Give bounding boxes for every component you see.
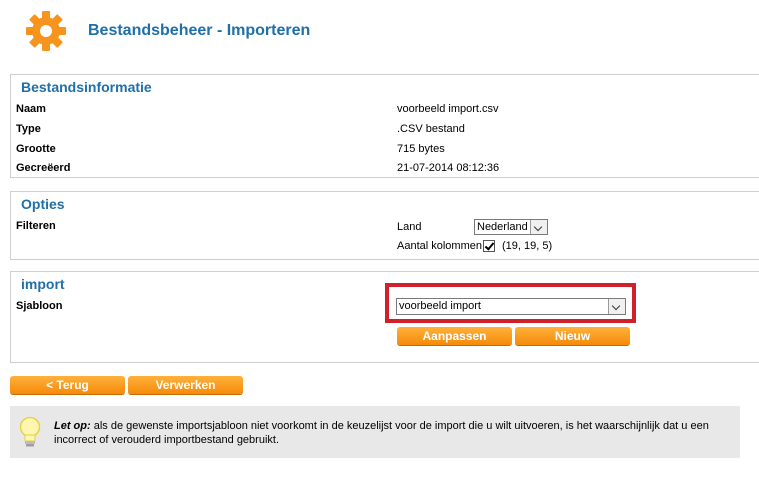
columns-checkbox[interactable] bbox=[483, 240, 495, 252]
process-button[interactable]: Verwerken bbox=[128, 376, 243, 394]
options-title: Opties bbox=[21, 196, 65, 212]
hint-box: Let op: als de gewenste importsjabloon n… bbox=[10, 406, 740, 458]
hint-text: Let op: als de gewenste importsjabloon n… bbox=[54, 419, 724, 447]
template-select[interactable]: voorbeeld import bbox=[396, 298, 626, 315]
land-label: Land bbox=[397, 221, 422, 233]
name-value: voorbeeld import.csv bbox=[397, 103, 499, 115]
file-info-title: Bestandsinformatie bbox=[21, 79, 152, 95]
size-value: 715 bytes bbox=[397, 143, 445, 155]
chevron-down-icon bbox=[608, 299, 625, 314]
created-label: Gecreëerd bbox=[16, 162, 71, 174]
columns-info: (19, 19, 5) bbox=[502, 240, 553, 252]
created-value: 21-07-2014 08:12:36 bbox=[397, 162, 500, 174]
import-title: import bbox=[21, 276, 65, 292]
back-button[interactable]: < Terug bbox=[10, 376, 125, 394]
new-template-button[interactable]: Nieuw bbox=[515, 327, 630, 345]
filter-label: Filteren bbox=[16, 220, 56, 232]
lightbulb-icon bbox=[19, 416, 41, 447]
chevron-down-icon bbox=[530, 220, 547, 234]
size-label: Grootte bbox=[16, 143, 56, 155]
land-select[interactable]: Nederland bbox=[474, 219, 548, 235]
hint-body: als de gewenste importsjabloon niet voor… bbox=[54, 420, 709, 446]
land-select-value: Nederland bbox=[477, 221, 528, 233]
type-label: Type bbox=[16, 123, 41, 135]
template-select-value: voorbeeld import bbox=[399, 300, 481, 312]
template-label: Sjabloon bbox=[16, 300, 63, 312]
columns-label: Aantal kolommen bbox=[397, 240, 482, 252]
page-title: Bestandsbeheer - Importeren bbox=[88, 22, 311, 39]
hint-prefix: Let op: bbox=[54, 420, 91, 432]
edit-template-button[interactable]: Aanpassen bbox=[397, 327, 512, 345]
options-section: Opties Filteren Land Nederland Aantal ko… bbox=[10, 191, 759, 260]
gear-icon bbox=[26, 11, 66, 51]
file-info-section: Bestandsinformatie Naam voorbeeld import… bbox=[10, 74, 759, 178]
type-value: .CSV bestand bbox=[397, 123, 465, 135]
name-label: Naam bbox=[16, 103, 46, 115]
